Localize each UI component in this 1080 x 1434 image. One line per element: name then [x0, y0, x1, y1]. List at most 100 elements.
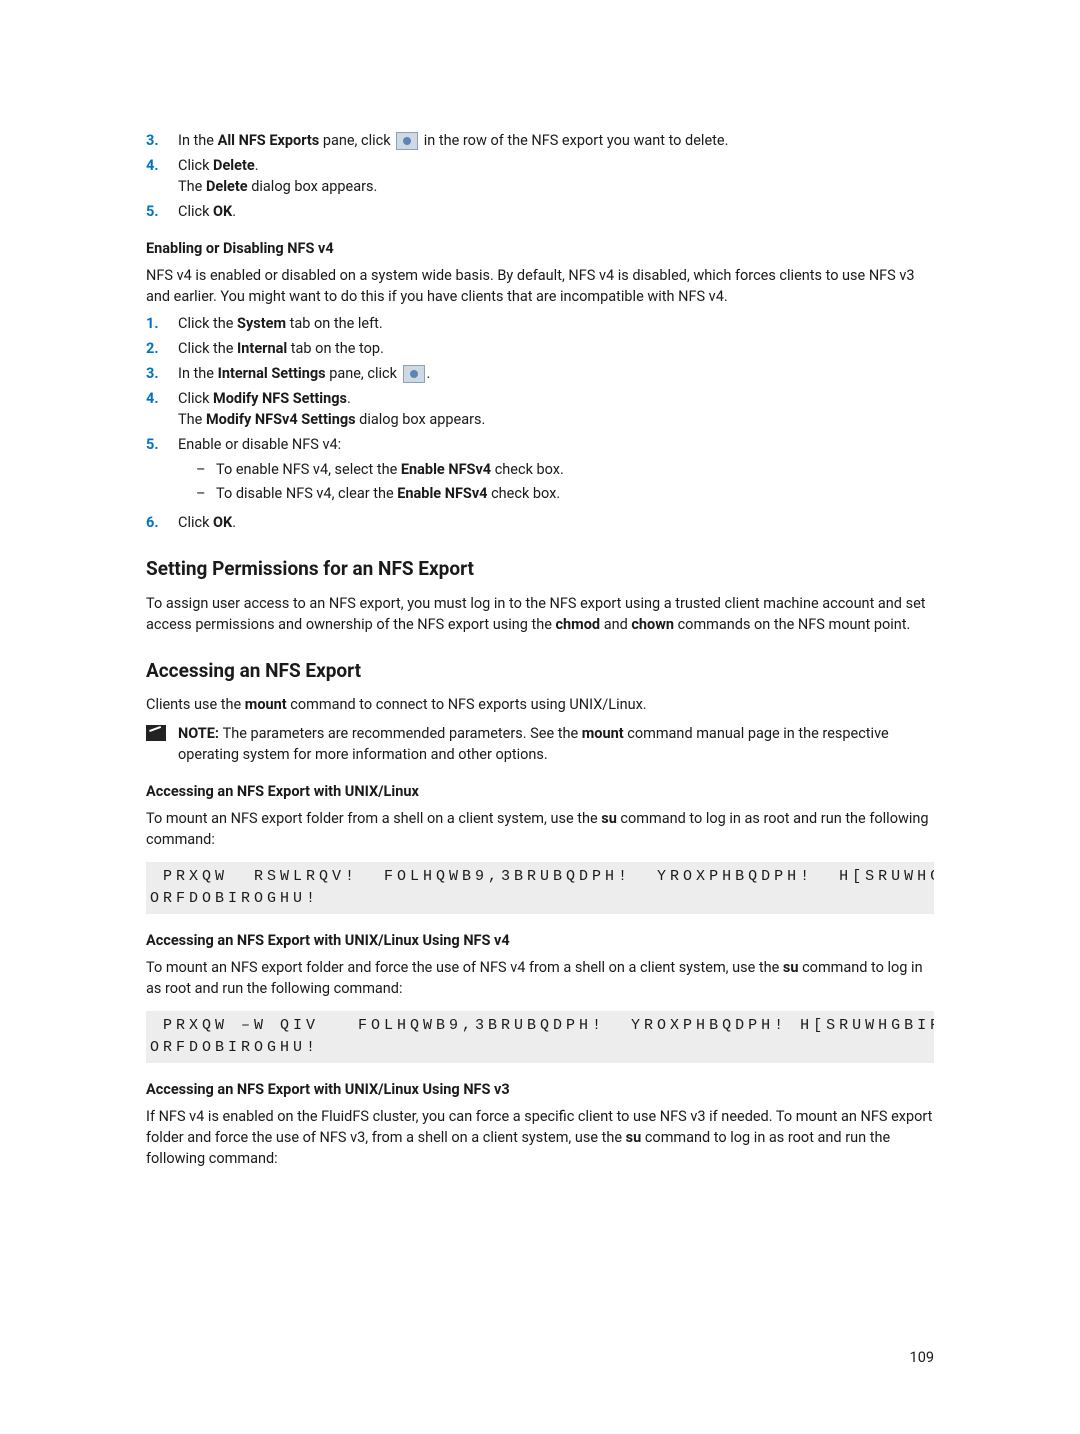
- paragraph: NFS v4 is enabled or disabled on a syste…: [146, 265, 934, 307]
- step-text: Click the Internal tab on the top.: [178, 338, 934, 359]
- step-number: 2.: [146, 338, 166, 359]
- step-text: In the Internal Settings pane, click .: [178, 363, 934, 384]
- text-bold: All NFS Exports: [218, 132, 320, 149]
- heading-setting-permissions: Setting Permissions for an NFS Export: [146, 555, 934, 583]
- step-text: Click OK.: [178, 512, 934, 533]
- heading-access-nfsv3: Accessing an NFS Export with UNIX/Linux …: [146, 1079, 934, 1100]
- step-sub: The Delete dialog box appears.: [178, 176, 934, 197]
- text: To mount an NFS export folder and force …: [146, 959, 783, 976]
- text-bold: su: [783, 959, 799, 976]
- step-number: 4.: [146, 155, 166, 197]
- text: Clients use the: [146, 696, 245, 713]
- code-block: PRXQW –W QIV FOLHQWB9,3BRUBQDPH! YROXPHB…: [146, 1011, 934, 1063]
- text: check box.: [488, 485, 561, 502]
- text: The: [178, 411, 206, 428]
- list-item: 2. Click the Internal tab on the top.: [146, 338, 934, 359]
- text: Click: [178, 203, 213, 220]
- text: Click the: [178, 340, 237, 357]
- text: .: [347, 390, 351, 407]
- settings-icon: [403, 365, 425, 383]
- dash: –: [196, 483, 206, 504]
- text-bold: Internal: [237, 340, 287, 357]
- paragraph: Clients use the mount command to connect…: [146, 694, 934, 715]
- text-bold: chmod: [556, 616, 601, 633]
- text-bold: Delete: [206, 178, 248, 195]
- text: The parameters are recommended parameter…: [223, 725, 582, 742]
- text: pane, click: [326, 365, 401, 382]
- list-item: 4. Click Delete. The Delete dialog box a…: [146, 155, 934, 197]
- code-block: PRXQW RSWLRQV! FOLHQWB9,3BRUBQDPH! YROXP…: [146, 862, 934, 914]
- step-number: 1.: [146, 313, 166, 334]
- page-number: 109: [910, 1347, 934, 1368]
- list-item: 6. Click OK.: [146, 512, 934, 533]
- text-bold: mount: [582, 725, 624, 742]
- text: To disable NFS v4, clear the: [216, 485, 397, 502]
- document-page: 3. In the All NFS Exports pane, click in…: [0, 0, 1080, 1404]
- heading-enable-nfsv4: Enabling or Disabling NFS v4: [146, 238, 934, 259]
- heading-accessing-export: Accessing an NFS Export: [146, 657, 934, 685]
- step-text: In the All NFS Exports pane, click in th…: [178, 130, 934, 151]
- paragraph: If NFS v4 is enabled on the FluidFS clus…: [146, 1106, 934, 1169]
- step-text: Click Modify NFS Settings. The Modify NF…: [178, 388, 934, 430]
- text: dialog box appears.: [248, 178, 378, 195]
- text-bold: Modify NFSv4 Settings: [206, 411, 356, 428]
- step-number: 5.: [146, 201, 166, 222]
- step-text: Click the System tab on the left.: [178, 313, 934, 334]
- heading-access-unix: Accessing an NFS Export with UNIX/Linux: [146, 781, 934, 802]
- list-item: 5. Enable or disable NFS v4: –To enable …: [146, 434, 934, 508]
- text-bold: Internal Settings: [218, 365, 326, 382]
- text: Enable or disable NFS v4:: [178, 436, 341, 453]
- text-bold: Modify NFS Settings: [213, 390, 347, 407]
- text-bold: mount: [245, 696, 287, 713]
- list-item: –To disable NFS v4, clear the Enable NFS…: [196, 483, 934, 504]
- settings-icon: [396, 132, 418, 150]
- list-item: –To enable NFS v4, select the Enable NFS…: [196, 459, 934, 480]
- note: NOTE: The parameters are recommended par…: [146, 723, 934, 765]
- list-item: 3. In the Internal Settings pane, click …: [146, 363, 934, 384]
- text: in the row of the NFS export you want to…: [420, 132, 728, 149]
- text: .: [427, 365, 431, 382]
- text-bold: System: [237, 315, 286, 332]
- text: Click: [178, 390, 213, 407]
- text: The: [178, 178, 206, 195]
- text: In the: [178, 365, 218, 382]
- step-number: 6.: [146, 512, 166, 533]
- text-bold: Enable NFSv4: [397, 485, 487, 502]
- text: tab on the top.: [287, 340, 384, 357]
- text: To enable NFS v4, select the: [216, 461, 401, 478]
- step-sub: The Modify NFSv4 Settings dialog box app…: [178, 409, 934, 430]
- text: Click: [178, 514, 213, 531]
- paragraph: To mount an NFS export folder from a she…: [146, 808, 934, 850]
- step-text: Enable or disable NFS v4: –To enable NFS…: [178, 434, 934, 508]
- list-item: 3. In the All NFS Exports pane, click in…: [146, 130, 934, 151]
- text: To mount an NFS export folder from a she…: [146, 810, 601, 827]
- step-text: Click Delete. The Delete dialog box appe…: [178, 155, 934, 197]
- steps-enable: 1. Click the System tab on the left. 2. …: [146, 313, 934, 533]
- heading-access-nfsv4: Accessing an NFS Export with UNIX/Linux …: [146, 930, 934, 951]
- step-number: 3.: [146, 130, 166, 151]
- sub-list: –To enable NFS v4, select the Enable NFS…: [178, 459, 934, 504]
- text: .: [232, 203, 236, 220]
- text-bold: su: [601, 810, 617, 827]
- text: dialog box appears.: [356, 411, 486, 428]
- step-number: 5.: [146, 434, 166, 508]
- text: To enable NFS v4, select the Enable NFSv…: [216, 459, 564, 480]
- note-text: NOTE: The parameters are recommended par…: [178, 723, 934, 765]
- text-bold: NOTE:: [178, 725, 223, 742]
- dash: –: [196, 459, 206, 480]
- text: pane, click: [319, 132, 394, 149]
- text: and: [600, 616, 631, 633]
- text: .: [255, 157, 259, 174]
- list-item: 5. Click OK.: [146, 201, 934, 222]
- text: In the: [178, 132, 218, 149]
- list-item: 4. Click Modify NFS Settings. The Modify…: [146, 388, 934, 430]
- steps-delete: 3. In the All NFS Exports pane, click in…: [146, 130, 934, 222]
- text: command to connect to NFS exports using …: [287, 696, 647, 713]
- text: check box.: [491, 461, 564, 478]
- text-bold: Enable NFSv4: [401, 461, 491, 478]
- note-icon: [146, 725, 166, 741]
- text-bold: su: [626, 1129, 642, 1146]
- text-bold: Delete: [213, 157, 255, 174]
- step-text: Click OK.: [178, 201, 934, 222]
- text-bold: chown: [631, 616, 674, 633]
